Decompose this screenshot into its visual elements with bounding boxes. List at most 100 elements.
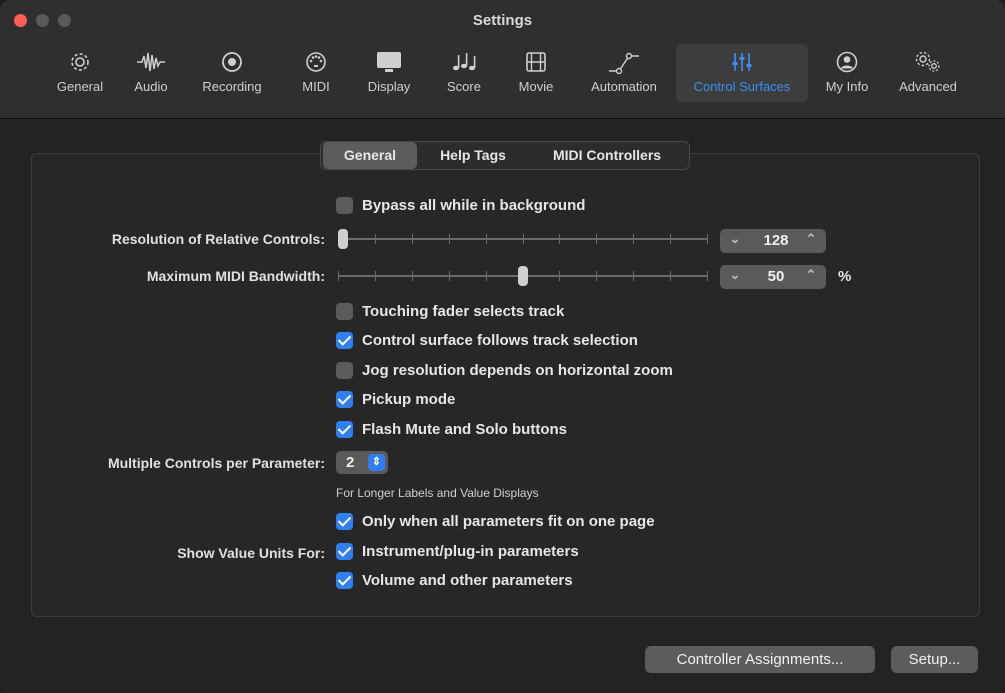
tab-bar: General Help Tags MIDI Controllers	[320, 141, 690, 170]
checkbox-label: Bypass all while in background	[362, 197, 586, 214]
slider-tick	[375, 271, 376, 281]
multiple-controls-popup[interactable]: 2 ⇕	[336, 451, 388, 474]
slider-tick	[559, 234, 560, 244]
toolbar-label: Movie	[518, 79, 554, 94]
waveform-icon	[122, 44, 180, 78]
checkbox[interactable]	[336, 512, 353, 530]
toolbar-label: Recording	[202, 79, 262, 94]
controller-assignments-button[interactable]: Controller Assignments...	[645, 646, 875, 673]
checkbox-label: Instrument/plug-in parameters	[362, 543, 579, 560]
settings-window: Settings General Audio Recording MIDI Di…	[0, 0, 1005, 693]
slider-knob[interactable]	[338, 229, 348, 249]
resolution-slider[interactable]	[338, 229, 708, 249]
slider-tick	[707, 234, 708, 244]
slider-tick	[633, 234, 634, 244]
slider-tick	[375, 234, 376, 244]
slider-tick	[412, 234, 413, 244]
toolbar-item-control-surfaces[interactable]: Control Surfaces	[676, 44, 808, 102]
title-bar: Settings General Audio Recording MIDI Di…	[0, 0, 1005, 119]
music-notes-icon	[434, 44, 494, 78]
slider-tick	[670, 271, 671, 281]
tab-general[interactable]: General	[323, 142, 417, 169]
updown-chevron-icon: ⇕	[368, 454, 385, 471]
automation-curve-icon	[578, 44, 670, 78]
checkbox[interactable]	[336, 361, 353, 379]
monitor-icon	[354, 44, 424, 78]
checkbox[interactable]	[336, 420, 353, 438]
bypass-background-option[interactable]: Bypass all while in background	[336, 196, 586, 217]
window-title: Settings	[472, 12, 533, 29]
midi-port-icon	[288, 44, 344, 78]
toolbar-item-recording[interactable]: Recording	[188, 44, 276, 102]
checkbox-label: Flash Mute and Solo buttons	[362, 421, 567, 438]
follows-selection-option[interactable]: Control surface follows track selection	[336, 331, 638, 352]
checkbox[interactable]	[336, 390, 353, 408]
slider-tick	[633, 271, 634, 281]
units-instrument-option[interactable]: Instrument/plug-in parameters	[336, 542, 579, 563]
toolbar-item-audio[interactable]: Audio	[122, 44, 180, 102]
tab-midi-controllers[interactable]: MIDI Controllers	[529, 142, 685, 169]
toolbar-label: MIDI	[302, 79, 330, 94]
checkbox-label: Pickup mode	[362, 391, 456, 408]
value-units-label: Show Value Units For:	[177, 545, 325, 561]
checkbox-label: Only when all parameters fit on one page	[362, 513, 655, 530]
sliders-icon	[676, 44, 808, 78]
slider-tick	[670, 234, 671, 244]
toolbar-label: Score	[447, 79, 481, 94]
tab-help-tags[interactable]: Help Tags	[421, 142, 525, 169]
only-one-page-option[interactable]: Only when all parameters fit on one page	[336, 512, 655, 533]
slider-knob[interactable]	[518, 266, 528, 286]
toolbar-label: My Info	[825, 79, 869, 94]
resolution-value: 128	[763, 232, 789, 249]
jog-resolution-option[interactable]: Jog resolution depends on horizontal zoo…	[336, 361, 673, 382]
increment-button[interactable]: ⌃	[802, 267, 820, 283]
decrement-button[interactable]: ⌄	[726, 231, 744, 247]
bandwidth-stepper[interactable]: ⌄ 50 ⌃	[720, 265, 826, 289]
resolution-label: Resolution of Relative Controls:	[111, 231, 325, 247]
checkbox[interactable]	[336, 331, 353, 349]
checkbox-label: Touching fader selects track	[362, 303, 565, 320]
slider-tick	[449, 234, 450, 244]
toolbar-label: Advanced	[899, 79, 957, 94]
slider-tick	[596, 234, 597, 244]
gear-icon	[44, 44, 116, 78]
flash-mute-solo-option[interactable]: Flash Mute and Solo buttons	[336, 420, 567, 441]
toolbar-label: Display	[367, 79, 411, 94]
longer-labels-note: For Longer Labels and Value Displays	[336, 486, 539, 500]
slider-tick	[707, 271, 708, 281]
checkbox[interactable]	[336, 571, 353, 589]
checkbox-label: Jog resolution depends on horizontal zoo…	[362, 362, 673, 379]
slider-tick	[412, 271, 413, 281]
bandwidth-slider[interactable]	[338, 266, 708, 286]
record-icon	[188, 44, 276, 78]
setup-button[interactable]: Setup...	[891, 646, 978, 673]
resolution-stepper[interactable]: ⌄ 128 ⌃	[720, 229, 826, 253]
toolbar-item-movie[interactable]: Movie	[508, 44, 564, 102]
toolbar-label: General	[56, 79, 104, 94]
toolbar-item-score[interactable]: Score	[434, 44, 494, 102]
toolbar-item-display[interactable]: Display	[354, 44, 424, 102]
percent-unit: %	[838, 268, 852, 285]
slider-tick	[523, 234, 524, 244]
toolbar-item-my-info[interactable]: My Info	[816, 44, 878, 102]
slider-tick	[596, 271, 597, 281]
toolbar-item-advanced[interactable]: Advanced	[886, 44, 970, 102]
checkbox[interactable]	[336, 302, 353, 320]
checkbox[interactable]	[336, 542, 353, 560]
units-volume-option[interactable]: Volume and other parameters	[336, 571, 573, 592]
toolbar-item-automation[interactable]: Automation	[578, 44, 670, 102]
touching-fader-option[interactable]: Touching fader selects track	[336, 302, 565, 323]
pickup-mode-option[interactable]: Pickup mode	[336, 390, 456, 411]
toolbar-label: Audio	[134, 79, 168, 94]
checkbox[interactable]	[336, 196, 353, 214]
slider-tick	[338, 271, 339, 281]
toolbar-item-general[interactable]: General	[44, 44, 116, 102]
multiple-controls-label: Multiple Controls per Parameter:	[107, 455, 325, 471]
toolbar-item-midi[interactable]: MIDI	[288, 44, 344, 102]
decrement-button[interactable]: ⌄	[726, 267, 744, 283]
increment-button[interactable]: ⌃	[802, 231, 820, 247]
slider-tick	[449, 271, 450, 281]
toolbar-label: Automation	[591, 79, 657, 94]
checkbox-label: Control surface follows track selection	[362, 332, 638, 349]
slider-tick	[486, 234, 487, 244]
